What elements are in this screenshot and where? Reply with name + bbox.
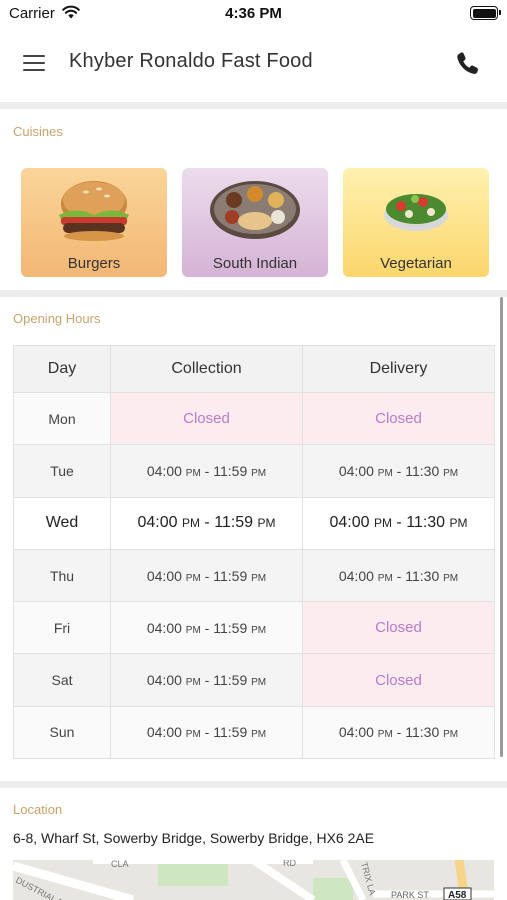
map-graphic: DUSTRIAL R CLA RD TRIX LA PARK ST A58 xyxy=(13,860,494,900)
map-street-label: RD xyxy=(283,860,296,868)
cuisine-card-burgers[interactable]: Burgers xyxy=(21,168,167,277)
table-header-row: Day Collection Delivery xyxy=(13,345,495,393)
map-street-label: PARK ST xyxy=(391,890,429,900)
cuisines-label: Cuisines xyxy=(13,124,63,139)
day-cell: Tue xyxy=(13,444,111,498)
table-row-today: Wed 04:00 PM - 11:59 PM 04:00 PM - 11:30… xyxy=(13,496,495,550)
map-street-label: CLA xyxy=(111,860,129,869)
day-cell: Fri xyxy=(13,601,111,655)
delivery-cell: Closed xyxy=(302,601,495,655)
cuisine-name: Vegetarian xyxy=(380,255,452,272)
collection-cell: 04:00 PM - 11:59 PM xyxy=(110,496,303,550)
delivery-cell: 04:00 PM - 11:30 PM xyxy=(302,496,495,550)
clock: 4:36 PM xyxy=(225,5,282,22)
map-road-label: A58 xyxy=(448,890,467,900)
collection-cell: 04:00 PM - 11:59 PM xyxy=(110,705,303,760)
collection-cell: 04:00 PM - 11:59 PM xyxy=(110,601,303,655)
delivery-cell: 04:00 PM - 11:30 PM xyxy=(302,444,495,498)
salad-image xyxy=(384,194,448,231)
day-cell: Mon xyxy=(13,391,111,446)
column-header-collection: Collection xyxy=(110,345,303,393)
delivery-cell: Closed xyxy=(302,653,495,707)
divider xyxy=(0,290,507,297)
scrollbar[interactable] xyxy=(500,297,503,757)
cuisine-name: South Indian xyxy=(212,255,298,272)
divider xyxy=(0,102,507,109)
collection-cell: 04:00 PM - 11:59 PM xyxy=(110,444,303,498)
table-row: Thu 04:00 PM - 11:59 PM 04:00 PM - 11:30… xyxy=(13,548,495,603)
cuisine-name: Burgers xyxy=(67,255,121,272)
delivery-cell: Closed xyxy=(302,391,495,446)
location-label: Location xyxy=(13,802,63,817)
table-row: Tue 04:00 PM - 11:59 PM 04:00 PM - 11:30… xyxy=(13,444,495,498)
cuisine-card-south-indian[interactable]: South Indian xyxy=(182,168,328,277)
phone-icon[interactable] xyxy=(453,48,483,78)
collection-cell: Closed xyxy=(110,391,303,446)
burger-image xyxy=(59,181,129,241)
table-row: Sun 04:00 PM - 11:59 PM 04:00 PM - 11:30… xyxy=(13,705,495,760)
collection-cell: 04:00 PM - 11:59 PM xyxy=(110,548,303,603)
battery-icon xyxy=(470,6,501,20)
delivery-cell: 04:00 PM - 11:30 PM xyxy=(302,548,495,603)
address-text: 6-8, Wharf St, Sowerby Bridge, Sowerby B… xyxy=(13,830,375,846)
thali-image xyxy=(210,181,300,239)
collection-cell: 04:00 PM - 11:59 PM xyxy=(110,653,303,707)
delivery-cell: 04:00 PM - 11:30 PM xyxy=(302,705,495,760)
day-cell: Wed xyxy=(13,496,111,550)
day-cell: Thu xyxy=(13,548,111,603)
opening-hours-label: Opening Hours xyxy=(13,311,101,326)
table-row: Mon Closed Closed xyxy=(13,391,495,446)
location-map[interactable]: DUSTRIAL R CLA RD TRIX LA PARK ST A58 xyxy=(13,860,494,900)
divider xyxy=(0,781,507,788)
opening-hours-table: Day Collection Delivery Mon Closed Close… xyxy=(13,345,495,760)
hamburger-menu-icon[interactable] xyxy=(20,52,48,74)
day-cell: Sun xyxy=(13,705,111,760)
cuisine-card-vegetarian[interactable]: Vegetarian xyxy=(343,168,489,277)
nav-bar: Khyber Ronaldo Fast Food xyxy=(0,28,507,100)
day-cell: Sat xyxy=(13,653,111,707)
status-bar: Carrier 4:36 PM xyxy=(0,0,507,28)
table-row: Sat 04:00 PM - 11:59 PM Closed xyxy=(13,653,495,707)
column-header-day: Day xyxy=(13,345,111,393)
table-row: Fri 04:00 PM - 11:59 PM Closed xyxy=(13,601,495,655)
restaurant-title: Khyber Ronaldo Fast Food xyxy=(69,50,313,72)
column-header-delivery: Delivery xyxy=(302,345,495,393)
